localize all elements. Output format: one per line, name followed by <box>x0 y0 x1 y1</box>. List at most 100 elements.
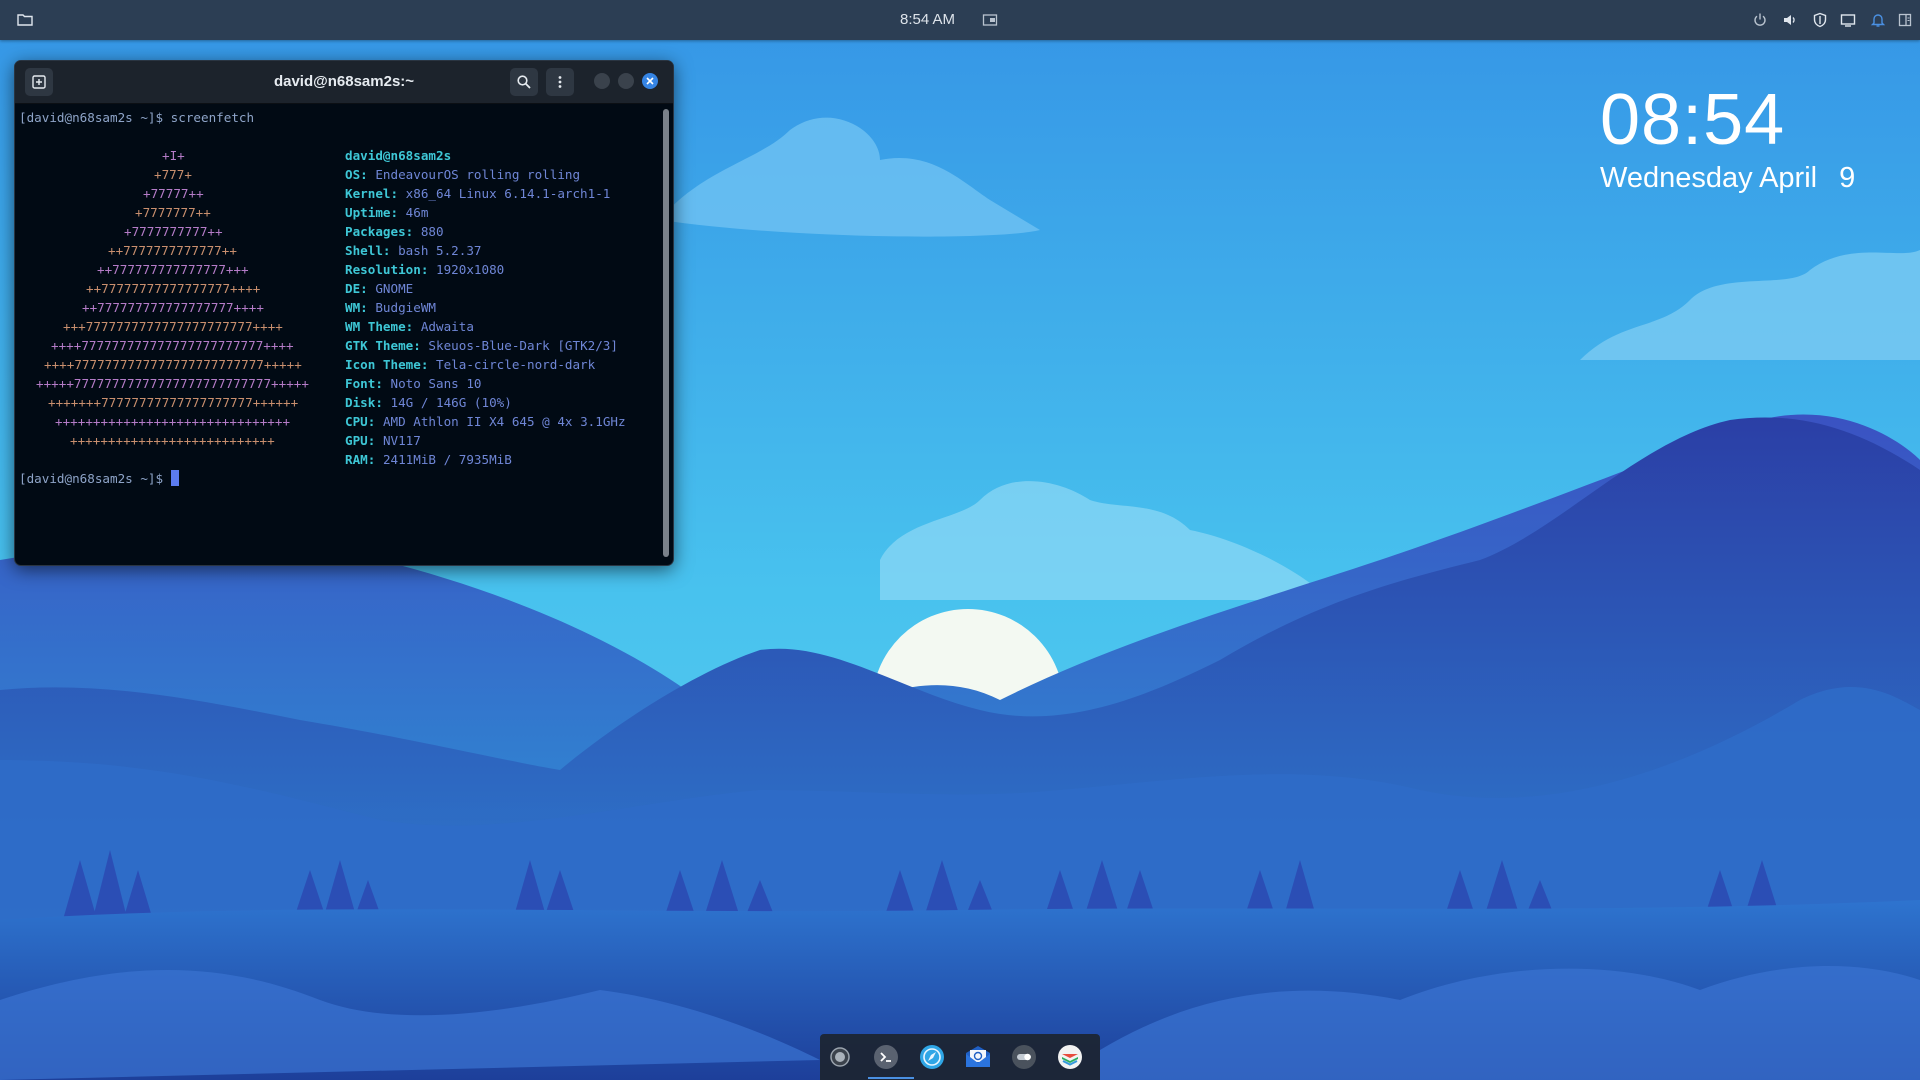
screen-recorder-icon[interactable] <box>826 1043 854 1071</box>
info-key: Icon Theme: <box>345 357 429 372</box>
ascii-logo-line: ++++7777777777777777777777777+++++ <box>44 357 302 372</box>
info-key: GPU: <box>345 433 376 448</box>
info-key: OS: <box>345 167 368 182</box>
ascii-logo-line: +I+ <box>162 148 185 163</box>
info-user: david@n68sam2s <box>345 148 452 163</box>
dock <box>820 1034 1100 1080</box>
kebab-menu-icon <box>558 76 562 88</box>
info-row: Shell: bash 5.2.37 <box>345 241 482 260</box>
command-line: [david@n68sam2s ~]$ screenfetch <box>19 108 254 127</box>
minimize-button[interactable] <box>594 73 610 89</box>
display-icon[interactable] <box>1836 8 1860 32</box>
info-key: Kernel: <box>345 186 399 201</box>
info-row: GPU: NV117 <box>345 431 421 450</box>
ascii-logo-line: ++7777777777777++ <box>108 243 237 258</box>
terminal-title: david@n68sam2s:~ <box>273 73 415 90</box>
info-row: DE: GNOME <box>345 279 413 298</box>
info-key: Resolution: <box>345 262 429 277</box>
info-value: AMD Athlon II X4 645 @ 4x 3.1GHz <box>382 414 626 429</box>
prompt-line[interactable]: [david@n68sam2s ~]$ <box>19 469 179 488</box>
ascii-logo-line: +++++77777777777777777777777777+++++ <box>36 376 309 391</box>
folder-icon[interactable] <box>13 8 37 32</box>
desktop-clock-widget: 08:54 Wednesday April 9 <box>1600 78 1855 196</box>
close-icon <box>646 77 654 85</box>
info-row: Packages: 880 <box>345 222 444 241</box>
shield-icon[interactable] <box>1808 8 1832 32</box>
ascii-logo-line: ++77777777777777777++++ <box>86 281 261 296</box>
typed-command: screenfetch <box>170 110 255 125</box>
info-key: WM Theme: <box>345 319 414 334</box>
info-row: Font: Noto Sans 10 <box>345 374 482 393</box>
desktop-clock-time: 08:54 <box>1600 80 1786 160</box>
info-value: Noto Sans 10 <box>390 376 482 391</box>
info-row: OS: EndeavourOS rolling rolling <box>345 165 580 184</box>
search-icon <box>517 75 531 89</box>
terminal-titlebar[interactable]: david@n68sam2s:~ <box>15 61 673 104</box>
info-value: Adwaita <box>420 319 474 334</box>
info-value: EndeavourOS rolling rolling <box>375 167 581 182</box>
info-key: Shell: <box>345 243 391 258</box>
info-value: Tela-circle-nord-dark <box>436 357 596 372</box>
panel-clock[interactable]: 8:54 AM <box>900 0 955 40</box>
ascii-logo-line: +++++++++++++++++++++++++++ <box>70 433 275 448</box>
terminal-icon[interactable] <box>872 1043 900 1071</box>
info-value: 14G / 146G (10%) <box>390 395 512 410</box>
terminal-scrollbar[interactable] <box>663 109 669 557</box>
info-key: Uptime: <box>345 205 399 220</box>
terminal-output[interactable]: [david@n68sam2s ~]$ screenfetch +I+ +777+… <box>15 104 659 565</box>
info-key: Font: <box>345 376 383 391</box>
terminal-running-indicator <box>868 1077 914 1079</box>
settings-toggle-icon[interactable] <box>1010 1043 1038 1071</box>
info-value: 1920x1080 <box>436 262 505 277</box>
screen-icon[interactable] <box>978 8 1002 32</box>
info-value: 46m <box>405 205 429 220</box>
power-icon[interactable] <box>1748 8 1772 32</box>
info-row: Uptime: 46m <box>345 203 428 222</box>
info-value: GNOME <box>375 281 414 296</box>
browser-icon[interactable] <box>918 1043 946 1071</box>
ascii-logo-line: +++++++++++++++++++++++++++++++ <box>55 414 291 429</box>
info-value: BudgieWM <box>375 300 437 315</box>
desktop-clock-weekday-month: Wednesday April <box>1600 162 1818 194</box>
info-key: Disk: <box>345 395 383 410</box>
info-value: Skeuos-Blue-Dark [GTK2/3] <box>428 338 618 353</box>
ascii-logo-line: +77777++ <box>143 186 204 201</box>
info-row: CPU: AMD Athlon II X4 645 @ 4x 3.1GHz <box>345 412 626 431</box>
ascii-logo-line: ++777777777777777777++++ <box>82 300 264 315</box>
menu-button[interactable] <box>546 68 574 96</box>
info-row: GTK Theme: Skeuos-Blue-Dark [GTK2/3] <box>345 336 618 355</box>
text-cursor <box>170 470 179 486</box>
ascii-logo-line: +++7777777777777777777777++++ <box>63 319 283 334</box>
terminal-window[interactable]: david@n68sam2s:~ [david@n68sam2s ~]$ scr… <box>14 60 674 566</box>
shell-prompt: [david@n68sam2s ~]$ <box>19 471 164 486</box>
desktop-clock-day: 9 <box>1839 162 1856 194</box>
ascii-logo-line: ++777777777777777+++ <box>97 262 249 277</box>
close-button[interactable] <box>642 73 658 89</box>
info-row: RAM: 2411MiB / 7935MiB <box>345 450 512 469</box>
search-button[interactable] <box>510 68 538 96</box>
top-panel: 8:54 AM <box>0 0 1920 40</box>
info-key: GTK Theme: <box>345 338 421 353</box>
sidebar-icon[interactable] <box>1893 8 1917 32</box>
info-value: 880 <box>420 224 444 239</box>
info-key: RAM: <box>345 452 376 467</box>
info-value: 2411MiB / 7935MiB <box>382 452 512 467</box>
mail-icon[interactable] <box>964 1043 992 1071</box>
info-value: bash 5.2.37 <box>398 243 482 258</box>
info-key: WM: <box>345 300 368 315</box>
info-value: x86_64 Linux 6.14.1-arch1-1 <box>405 186 611 201</box>
info-row: Kernel: x86_64 Linux 6.14.1-arch1-1 <box>345 184 610 203</box>
ascii-logo-line: ++++777777777777777777777777++++ <box>51 338 294 353</box>
info-key: DE: <box>345 281 368 296</box>
info-row: WM Theme: Adwaita <box>345 317 474 336</box>
shell-prompt: [david@n68sam2s ~]$ <box>19 110 164 125</box>
info-key: Packages: <box>345 224 414 239</box>
info-value: NV117 <box>382 433 421 448</box>
volume-icon[interactable] <box>1778 8 1802 32</box>
info-row: WM: BudgieWM <box>345 298 436 317</box>
app-store-icon[interactable] <box>1056 1043 1084 1071</box>
ascii-logo-line: +++++++77777777777777777777++++++ <box>48 395 299 410</box>
bell-icon[interactable] <box>1866 8 1890 32</box>
ascii-logo-line: +777+ <box>154 167 192 182</box>
maximize-button[interactable] <box>618 73 634 89</box>
